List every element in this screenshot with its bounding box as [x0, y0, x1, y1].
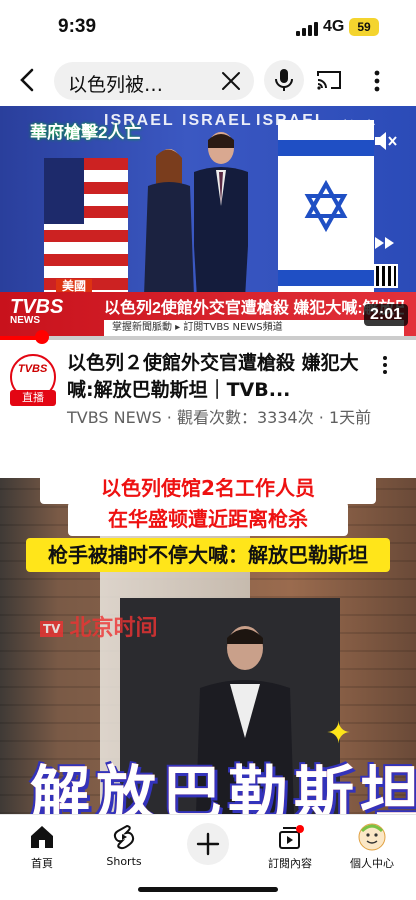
more-options-icon[interactable] [368, 68, 386, 94]
channel-name[interactable]: TVBS NEWS [67, 408, 162, 427]
cast-icon[interactable] [316, 68, 342, 92]
subscriptions-icon [279, 825, 304, 849]
watermark: TV 北京时间 [40, 610, 158, 642]
man-figure [194, 132, 248, 316]
lower-third-headline: 以色列2使館外交官遭槍殺 嫌犯大喊:解放巴勒斯坦 [104, 300, 404, 317]
nav-you-label: 個人中心 [350, 857, 394, 870]
home-icon [31, 826, 53, 848]
live-badge: 直播 [10, 390, 56, 406]
caption-line-3: 枪手被捕时不停大喊：解放巴勒斯坦 [26, 538, 390, 572]
nav-home[interactable]: 首頁 [2, 821, 82, 873]
profile-avatar-icon [358, 823, 386, 851]
search-query-text: 以色列被… [68, 74, 164, 96]
voice-search-button[interactable] [264, 60, 304, 100]
battery-icon: 59 [349, 18, 379, 36]
shorts-icon [113, 824, 135, 850]
nav-you[interactable]: 個人中心 [332, 821, 412, 873]
video-info[interactable]: TVBS 直播 以色列２使館外交官遭槍殺 嫌犯大喊:解放巴勒斯坦｜TVB... … [0, 340, 416, 460]
video-player[interactable]: ISRAEL ISRAEL ISRAEL 華府槍擊2人亡 [0, 106, 416, 340]
short-video-thumbnail[interactable]: 以色列使馆2名工作人员 在华盛顿遭近距离枪杀 枪手被捕时不停大喊：解放巴勒斯坦 … [0, 478, 416, 814]
skip-forward-icon[interactable] [374, 236, 396, 250]
duration-badge: 2:01 [363, 304, 408, 326]
lower-third-subline: 掌握新聞脈動 ▸ 訂閱TVBS NEWS頻道 [104, 320, 404, 336]
caption-line-1: 以色列使馆2名工作人员 [40, 478, 376, 504]
video-title[interactable]: 以色列２使館外交官遭槍殺 嫌犯大喊:解放巴勒斯坦｜TVB... [67, 350, 367, 404]
status-time: 9:39 [58, 16, 97, 37]
qr-code-image [374, 264, 398, 288]
video-metadata: TVBS NEWS · 觀看次數：3334次 · 1天前 [67, 406, 377, 430]
microphone-icon [275, 69, 293, 91]
tvbs-channel-logo: TVBS新聞台 [310, 119, 376, 132]
avatar-logo-text: TVBS [18, 363, 48, 375]
overlay-top-caption: 華府槍擊2人亡 [30, 123, 142, 142]
create-button[interactable] [187, 823, 229, 865]
bottom-navigation: 首頁 Shorts 訂閱內容 個人中心 [0, 814, 416, 900]
clear-icon[interactable] [220, 70, 242, 92]
nav-shorts-label: Shorts [106, 855, 142, 868]
mute-icon[interactable] [372, 128, 398, 154]
upload-age: 1天前 [328, 408, 372, 427]
caption-line-2: 在华盛顿遭近距离枪杀 [68, 502, 348, 536]
israel-flag-image [278, 120, 374, 310]
video-menu-icon[interactable] [378, 354, 392, 376]
signal-icon [296, 22, 318, 36]
back-arrow-icon[interactable] [14, 66, 42, 94]
view-count: 觀看次數：3334次 [176, 408, 314, 427]
nav-shorts[interactable]: Shorts [84, 821, 164, 873]
big-caption: 解放巴勒斯坦 [30, 760, 416, 814]
watermark-badge: TV [40, 621, 64, 637]
home-indicator [138, 887, 278, 892]
watermark-text: 北京时间 [69, 616, 158, 641]
tvbs-news-logo: TVBS NEWS [10, 296, 100, 332]
status-bar: 9:39 4G 59 [0, 0, 416, 56]
nav-subscriptions-label: 訂閱內容 [268, 857, 312, 870]
network-label: 4G [323, 18, 345, 35]
plus-icon [196, 832, 220, 856]
search-input[interactable]: 以色列被… [54, 62, 254, 100]
meta-separator: · [161, 408, 177, 427]
nav-home-label: 首頁 [31, 857, 53, 870]
location-tag: 美國 [56, 279, 93, 293]
nav-subscriptions[interactable]: 訂閱內容 [250, 821, 330, 873]
meta-separator: · [313, 408, 329, 427]
search-header: 以色列被… [0, 56, 416, 106]
